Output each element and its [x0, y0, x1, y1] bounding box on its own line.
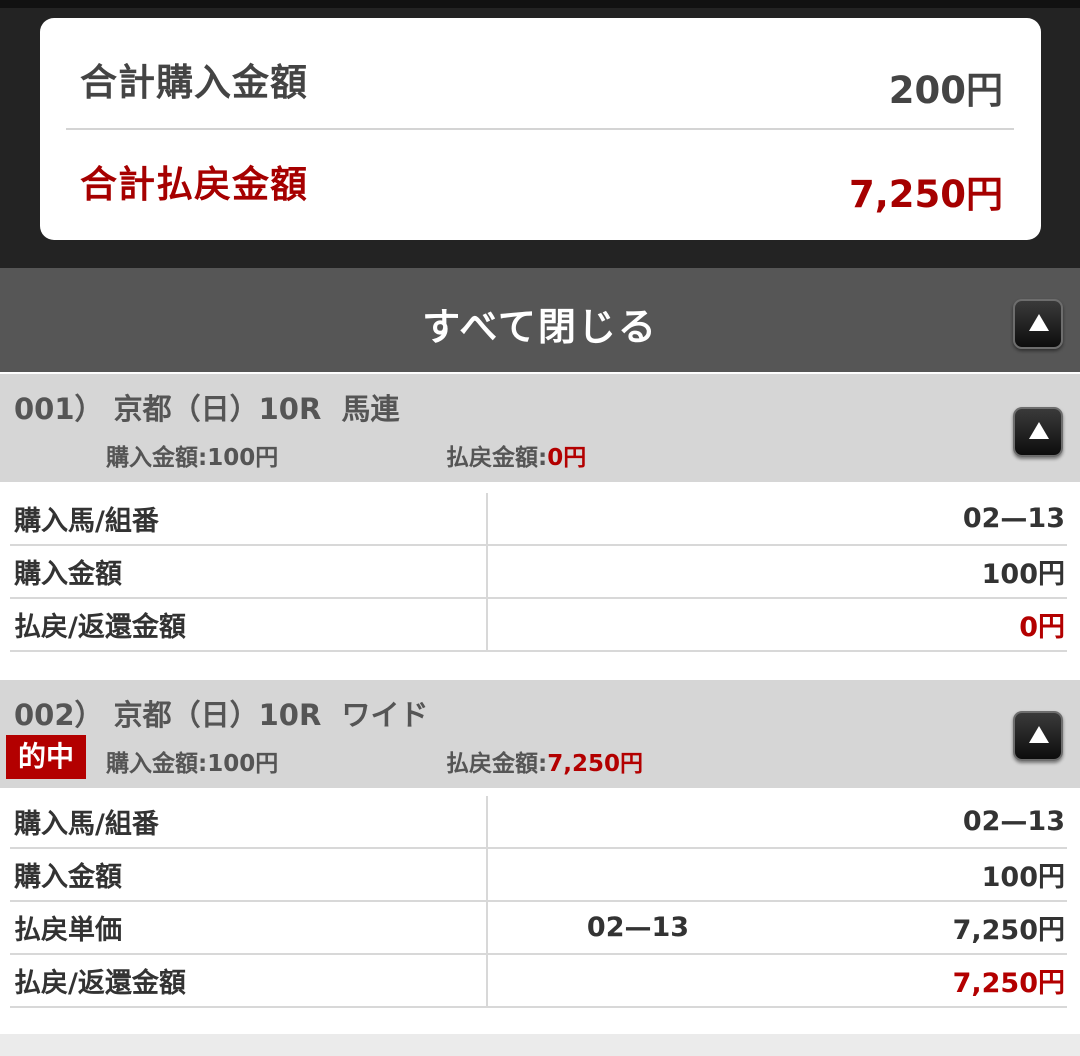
- bet-purchase-amount: 購入金額:100円: [106, 438, 278, 472]
- row-mid: [486, 796, 788, 849]
- bottom-spacer: [0, 1034, 1080, 1056]
- row-mid: [486, 848, 788, 902]
- summary-area: 合計購入金額 200円 合計払戻金額 7,250円: [0, 0, 1080, 268]
- row-mid: [486, 954, 788, 1008]
- purchase-value: 100円: [207, 751, 279, 777]
- row-value: 02—13: [788, 796, 1067, 849]
- row-value: 100円: [788, 545, 1067, 599]
- bet-header-002[interactable]: 002） 京都（日）10R ワイド 的中 購入金額:100円 払戻金額:7,25…: [0, 680, 1080, 788]
- row-mid: 02—13: [486, 901, 788, 955]
- row-value: 02—13: [788, 493, 1067, 546]
- payout-value: 0円: [547, 445, 587, 471]
- bet-detail-table-002: 購入馬/組番 02—13 購入金額 100円 払戻単価 02—13 7,250円…: [10, 796, 1067, 1008]
- collapse-arrow-up-icon: [1029, 422, 1049, 439]
- row-mid: [486, 545, 788, 599]
- total-purchase-label: 合計購入金額: [80, 61, 308, 104]
- bet-payout-amount: 払戻金額:0円: [446, 438, 586, 472]
- total-purchase-value: 200円: [888, 69, 1003, 112]
- table-row: 払戻/返還金額 0円: [10, 598, 1067, 652]
- payout-value: 7,250円: [547, 751, 643, 777]
- row-label: 払戻単価: [10, 901, 487, 955]
- hit-badge: 的中: [6, 735, 86, 779]
- total-payout-row: 合計払戻金額 7,250円: [40, 130, 1041, 240]
- row-value: 100円: [788, 848, 1067, 902]
- bet-title: 001） 京都（日）10R 馬連: [14, 392, 400, 426]
- bet-payout-amount: 払戻金額:7,250円: [446, 744, 643, 778]
- bet-title: 002） 京都（日）10R ワイド: [14, 698, 429, 732]
- top-strip: [0, 0, 1080, 8]
- close-all-label: すべて閉じる: [422, 305, 658, 349]
- bet-header-001[interactable]: 001） 京都（日）10R 馬連 購入金額:100円 払戻金額:0円: [0, 374, 1080, 482]
- table-row: 購入馬/組番 02—13: [10, 796, 1067, 849]
- purchase-value: 100円: [207, 445, 279, 471]
- row-label: 購入金額: [10, 545, 487, 599]
- row-value: 7,250円: [788, 954, 1067, 1008]
- close-all-bar[interactable]: すべて閉じる: [0, 268, 1080, 372]
- row-value: 0円: [788, 598, 1067, 652]
- close-all-button[interactable]: [1013, 299, 1063, 349]
- collapse-arrow-up-icon: [1029, 314, 1049, 331]
- collapse-arrow-up-icon: [1029, 726, 1049, 743]
- row-mid: [486, 493, 788, 546]
- table-row: 払戻単価 02—13 7,250円: [10, 901, 1067, 955]
- row-label: 購入馬/組番: [10, 493, 487, 546]
- row-mid: [486, 598, 788, 652]
- row-label: 払戻/返還金額: [10, 954, 487, 1008]
- bet-detail-table-001: 購入馬/組番 02—13 購入金額 100円 払戻/返還金額 0円: [10, 493, 1067, 652]
- payout-label: 払戻金額:: [446, 445, 548, 471]
- row-label: 払戻/返還金額: [10, 598, 487, 652]
- row-label: 購入馬/組番: [10, 796, 487, 849]
- payout-label: 払戻金額:: [446, 751, 548, 777]
- row-value: 7,250円: [788, 901, 1067, 955]
- bet-purchase-amount: 購入金額:100円: [106, 744, 278, 778]
- table-row: 購入金額 100円: [10, 545, 1067, 599]
- total-payout-value: 7,250円: [848, 173, 1003, 216]
- table-row: 払戻/返還金額 7,250円: [10, 954, 1067, 1008]
- table-row: 購入金額 100円: [10, 848, 1067, 902]
- collapse-button-002[interactable]: [1013, 711, 1063, 761]
- purchase-label: 購入金額:: [106, 445, 208, 471]
- total-payout-label: 合計払戻金額: [80, 163, 308, 206]
- collapse-button-001[interactable]: [1013, 407, 1063, 457]
- total-purchase-row: 合計購入金額 200円: [40, 18, 1041, 128]
- purchase-label: 購入金額:: [106, 751, 208, 777]
- row-label: 購入金額: [10, 848, 487, 902]
- summary-card: 合計購入金額 200円 合計払戻金額 7,250円: [40, 18, 1041, 240]
- table-row: 購入馬/組番 02—13: [10, 493, 1067, 546]
